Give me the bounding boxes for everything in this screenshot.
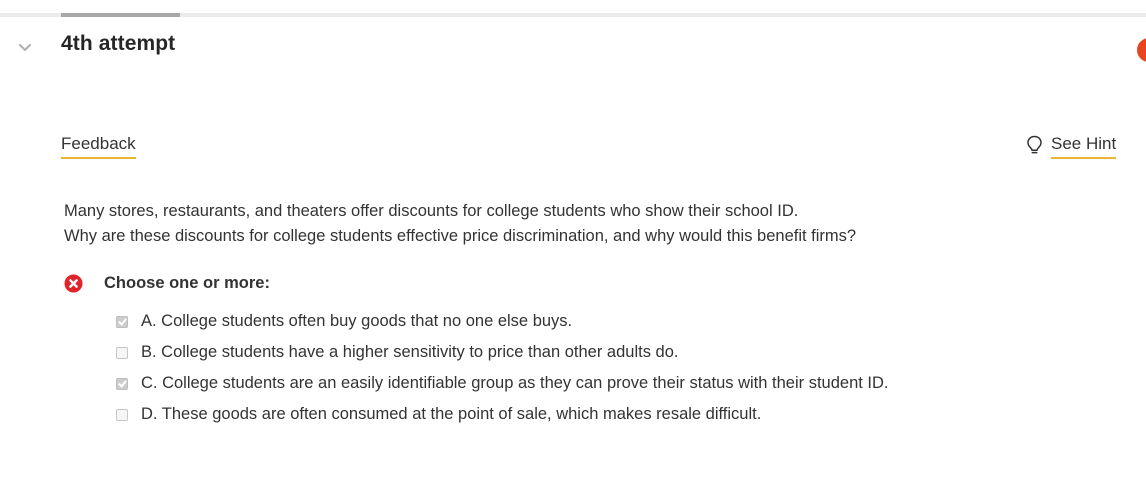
- see-hint-button[interactable]: See Hint: [1026, 134, 1117, 159]
- answer-option[interactable]: C. College students are an easily identi…: [116, 368, 889, 399]
- lightbulb-icon: [1027, 135, 1042, 154]
- checkbox-unchecked[interactable]: [116, 346, 128, 359]
- answer-option[interactable]: D. These goods are often consumed at the…: [116, 399, 889, 430]
- answer-option-label: A. College students often buy goods that…: [141, 312, 573, 330]
- answer-options: A. College students often buy goods that…: [116, 306, 889, 430]
- feedback-link[interactable]: Feedback: [61, 134, 136, 159]
- checkbox-unchecked[interactable]: [116, 408, 128, 421]
- answer-option-label: D. These goods are often consumed at the…: [141, 405, 762, 423]
- question-text: Many stores, restaurants, and theaters o…: [64, 199, 856, 249]
- attempt-status-badge: [1137, 38, 1146, 62]
- checkbox-checked[interactable]: [116, 315, 128, 328]
- incorrect-icon: [64, 274, 83, 293]
- attempt-progress-fill: [61, 13, 181, 17]
- answer-option[interactable]: A. College students often buy goods that…: [116, 306, 889, 337]
- checkbox-checked[interactable]: [116, 377, 128, 390]
- answer-option[interactable]: B. College students have a higher sensit…: [116, 337, 889, 368]
- choose-prompt: Choose one or more:: [104, 274, 270, 292]
- chevron-down-icon[interactable]: [17, 40, 33, 56]
- attempt-title[interactable]: 4th attempt: [61, 32, 175, 56]
- question-line-1: Many stores, restaurants, and theaters o…: [64, 202, 799, 220]
- answer-option-label: C. College students are an easily identi…: [141, 374, 889, 392]
- answer-option-label: B. College students have a higher sensit…: [141, 343, 679, 361]
- attempt-progress-track: [0, 13, 1146, 17]
- question-line-2: Why are these discounts for college stud…: [64, 227, 857, 245]
- see-hint-label: See Hint: [1051, 134, 1117, 159]
